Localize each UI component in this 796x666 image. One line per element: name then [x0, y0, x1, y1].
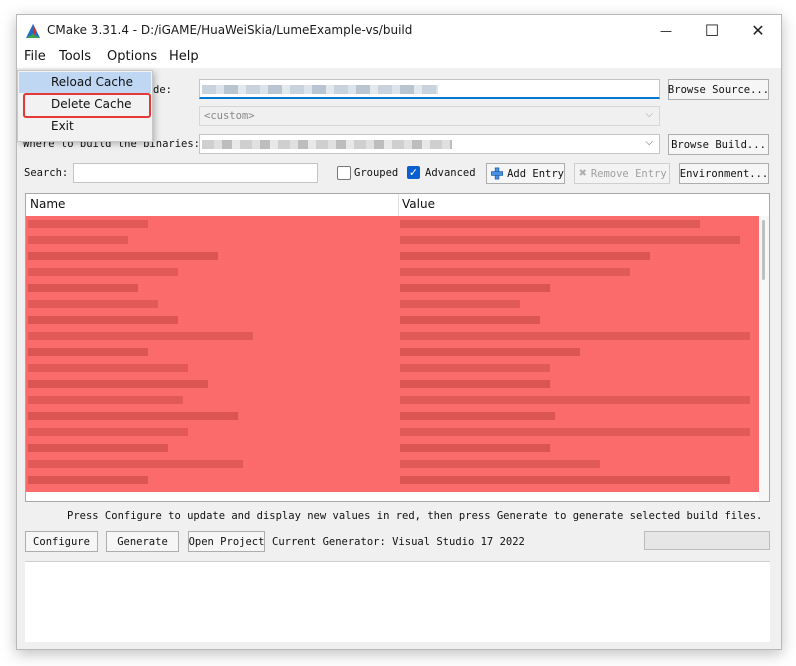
table-row[interactable]: [26, 314, 759, 326]
menu-item-label: Reload Cache: [51, 75, 133, 89]
cache-table: Name Value: [25, 193, 770, 502]
scrollbar-thumb[interactable]: [762, 220, 765, 280]
table-row[interactable]: [26, 298, 759, 310]
add-entry-button[interactable]: Add Entry: [486, 163, 565, 184]
table-row[interactable]: [26, 218, 759, 230]
minimize-icon: —: [660, 23, 672, 38]
advanced-checkbox[interactable]: ✓: [407, 166, 420, 179]
table-row[interactable]: [26, 426, 759, 438]
output-log[interactable]: [25, 561, 770, 642]
progress-bar: [644, 531, 770, 550]
search-input[interactable]: [73, 163, 318, 183]
status-message: Press Configure to update and display ne…: [67, 510, 763, 522]
redacted-text: [202, 85, 438, 94]
add-icon: [491, 167, 504, 180]
environment-button[interactable]: Environment...: [679, 163, 769, 184]
generate-button[interactable]: Generate: [106, 531, 179, 552]
grouped-label: Grouped: [354, 167, 399, 179]
column-value-header[interactable]: Value: [402, 197, 435, 211]
cmake-logo-icon: [26, 24, 40, 38]
highlight-annotation-box: [23, 93, 151, 118]
table-row[interactable]: [26, 282, 759, 294]
menu-bar: File Tools Options Help: [17, 46, 781, 68]
menu-tools[interactable]: Tools: [59, 49, 91, 64]
table-rows: [26, 216, 759, 492]
menu-item-reload-cache[interactable]: Reload Cache: [19, 72, 151, 93]
menu-item-exit[interactable]: Exit: [19, 116, 151, 137]
cmake-window: CMake 3.31.4 - D:/iGAME/HuaWeiSkia/LumeE…: [16, 14, 782, 650]
chevron-down-icon: ⌵: [645, 109, 653, 120]
table-row[interactable]: [26, 474, 759, 486]
menu-options[interactable]: Options: [107, 49, 157, 64]
menu-help[interactable]: Help: [169, 49, 199, 64]
column-name-header[interactable]: Name: [30, 197, 65, 211]
table-row[interactable]: [26, 410, 759, 422]
close-icon: ✕: [751, 21, 765, 40]
table-row[interactable]: [26, 378, 759, 390]
column-divider: [398, 194, 399, 216]
advanced-label: Advanced: [425, 167, 476, 179]
remove-entry-button[interactable]: ✖ Remove Entry: [574, 163, 670, 184]
build-path-combobox[interactable]: ⌵: [199, 134, 660, 154]
chevron-down-icon: ⌵: [645, 137, 653, 148]
preset-value: <custom>: [204, 110, 255, 122]
search-label: Search:: [24, 167, 69, 179]
vertical-scrollbar[interactable]: [759, 216, 769, 501]
table-row[interactable]: [26, 442, 759, 454]
table-row[interactable]: [26, 266, 759, 278]
source-path-field[interactable]: [199, 79, 660, 99]
close-button[interactable]: ✕: [735, 15, 781, 46]
window-title: CMake 3.31.4 - D:/iGAME/HuaWeiSkia/LumeE…: [47, 23, 413, 37]
open-project-button[interactable]: Open Project: [188, 531, 265, 552]
grouped-checkbox[interactable]: [337, 166, 351, 180]
preset-select[interactable]: <custom> ⌵: [199, 106, 660, 126]
table-row[interactable]: [26, 330, 759, 342]
remove-entry-label: Remove Entry: [590, 167, 667, 180]
table-header: Name Value: [26, 194, 769, 217]
table-row[interactable]: [26, 394, 759, 406]
redacted-text: [202, 140, 452, 149]
table-row[interactable]: [26, 250, 759, 262]
configure-button[interactable]: Configure: [25, 531, 98, 552]
menu-item-label: Exit: [51, 119, 74, 133]
table-row[interactable]: [26, 346, 759, 358]
table-row[interactable]: [26, 458, 759, 470]
current-generator-label: Current Generator: Visual Studio 17 2022: [272, 536, 525, 548]
check-icon: ✓: [408, 166, 419, 179]
add-entry-label: Add Entry: [507, 167, 564, 180]
browse-build-button[interactable]: Browse Build...: [668, 134, 769, 155]
maximize-button[interactable]: ☐: [689, 15, 735, 46]
menu-file[interactable]: File: [24, 49, 46, 64]
maximize-icon: ☐: [704, 21, 720, 40]
table-row[interactable]: [26, 362, 759, 374]
remove-icon: ✖: [579, 166, 587, 181]
table-row[interactable]: [26, 234, 759, 246]
title-bar: CMake 3.31.4 - D:/iGAME/HuaWeiSkia/LumeE…: [17, 15, 781, 46]
browse-source-button[interactable]: Browse Source...: [668, 79, 769, 100]
source-label: de:: [153, 84, 172, 96]
minimize-button[interactable]: —: [643, 15, 689, 46]
